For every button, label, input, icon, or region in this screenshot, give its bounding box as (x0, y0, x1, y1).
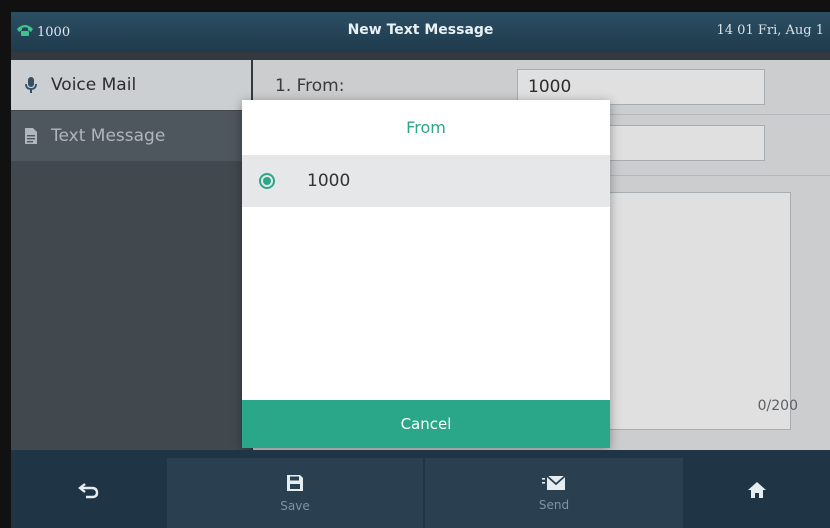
from-dialog: From 1000 Cancel (242, 100, 610, 448)
screen-title: New Text Message (347, 22, 494, 38)
date-time: 14 01 Fri, Aug 1 (716, 23, 825, 38)
send-label: Send (538, 497, 570, 512)
home-icon (747, 481, 767, 502)
option-label: 1000 (307, 171, 351, 191)
phone-screen: 1000 New Text Message 14 01 Fri, Aug 1 V… (11, 12, 830, 528)
back-button[interactable] (11, 458, 166, 528)
phone-frame: 1000 New Text Message 14 01 Fri, Aug 1 V… (0, 0, 830, 528)
dialog-title: From (406, 118, 446, 137)
status-bar: 1000 New Text Message 14 01 Fri, Aug 1 (11, 12, 830, 52)
softkey-bar: Save Send (11, 450, 830, 528)
dialog-option-1000[interactable]: 1000 (242, 155, 610, 207)
home-button[interactable] (684, 458, 830, 528)
save-button[interactable]: Save (167, 458, 423, 528)
radio-selected-icon[interactable] (259, 173, 275, 189)
save-label: Save (280, 498, 310, 513)
send-icon (542, 474, 566, 494)
back-arrow-icon (77, 481, 100, 502)
cancel-button[interactable]: Cancel (242, 400, 610, 448)
save-icon (286, 474, 304, 495)
send-button[interactable]: Send (425, 458, 683, 528)
